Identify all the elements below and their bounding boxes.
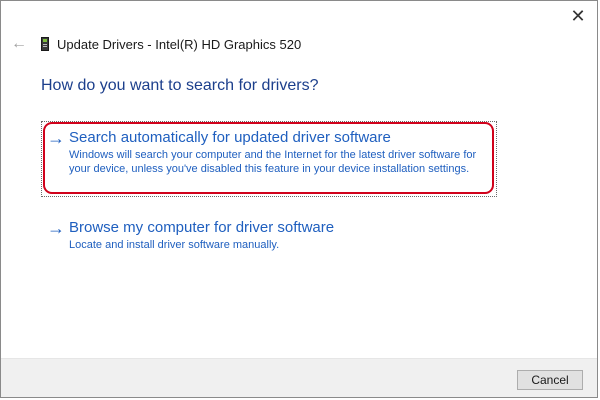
- footer: [1, 359, 597, 397]
- title-bar: ← Update Drivers - Intel(R) HD Graphics …: [1, 29, 597, 59]
- browse-computer-option[interactable]: → Browse my computer for driver software…: [47, 219, 495, 253]
- update-drivers-dialog: ✕ ← Update Drivers - Intel(R) HD Graphic…: [0, 0, 598, 398]
- arrow-right-icon: →: [47, 218, 65, 238]
- option-label[interactable]: Browse my computer for driver software: [69, 219, 495, 237]
- close-button[interactable]: ✕: [565, 5, 591, 27]
- back-button[interactable]: ←: [9, 34, 29, 54]
- cancel-button[interactable]: Cancel: [517, 370, 583, 390]
- option-label[interactable]: Search automatically for updated driver …: [69, 129, 495, 147]
- arrow-right-icon: →: [47, 128, 65, 148]
- window-title: Update Drivers - Intel(R) HD Graphics 52…: [57, 36, 302, 52]
- option-description: Windows will search your computer and th…: [69, 149, 477, 175]
- option-description: Locate and install driver software manua…: [69, 239, 280, 251]
- page-heading: How do you want to search for drivers?: [41, 77, 319, 94]
- back-arrow-icon: ←: [11, 35, 27, 52]
- search-automatically-option[interactable]: → Search automatically for updated drive…: [47, 129, 495, 176]
- graphics-card-icon: [41, 37, 49, 51]
- close-icon: ✕: [570, 6, 586, 26]
